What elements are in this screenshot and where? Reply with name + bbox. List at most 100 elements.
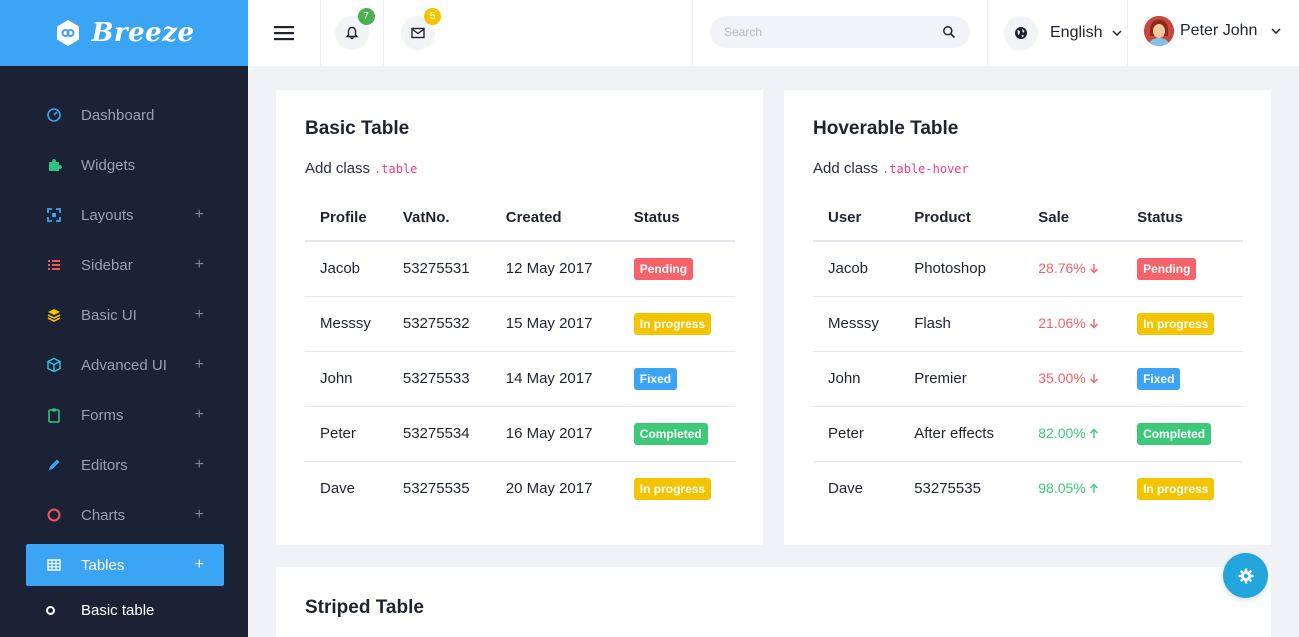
arrow-down-icon	[1089, 319, 1098, 329]
column-header: Created	[490, 195, 619, 242]
expand-icon	[46, 207, 62, 223]
sale-value: 82.00%	[1038, 425, 1086, 441]
sidebar-item-sidebar[interactable]: Sidebar +	[0, 240, 248, 290]
sidebar-item-widgets[interactable]: Widgets	[0, 140, 248, 190]
table-row: John 53275533 14 May 2017 Fixed	[305, 351, 735, 407]
pencil-icon	[46, 457, 62, 473]
hoverable-table-card: Hoverable Table Add class .table-hover Us…	[784, 90, 1271, 545]
user-menu[interactable]: Peter John	[1144, 16, 1281, 46]
brand-name: Breeze	[91, 18, 195, 48]
expand-plus-icon[interactable]: +	[195, 406, 204, 424]
messages-count-badge: 5	[424, 8, 441, 25]
menu-toggle-button[interactable]	[248, 0, 320, 66]
status-cell: Completed	[618, 406, 735, 462]
globe-icon	[1015, 27, 1027, 39]
product-cell: 53275535	[914, 480, 981, 498]
layers-icon	[46, 307, 62, 323]
chevron-down-icon	[1271, 28, 1281, 34]
sidebar-item-tables[interactable]: Tables +	[26, 544, 224, 586]
status-badge: In progress	[1137, 477, 1215, 500]
sidebar-item-advanced-ui[interactable]: Advanced UI +	[0, 340, 248, 390]
table-row[interactable]: Jacob Photoshop 28.76% Pending	[813, 241, 1243, 297]
vat-cell: 53275531	[387, 241, 491, 297]
submenu-item-basic-table[interactable]: Basic table	[0, 590, 248, 630]
sidebar: Breeze Dashboard Widgets Layouts + Sidebar + B…	[0, 0, 248, 637]
status-badge: In progress	[633, 312, 712, 335]
user-cell: John	[813, 351, 900, 407]
sidebar-menu: Dashboard Widgets Layouts + Sidebar + Basic UI…	[0, 66, 248, 630]
table-row: Messsy 53275532 15 May 2017 In progress	[305, 296, 735, 352]
sidebar-item-layouts[interactable]: Layouts +	[0, 190, 248, 240]
clipboard-icon	[46, 407, 62, 423]
expand-plus-icon[interactable]: +	[195, 556, 204, 574]
card-title: Striped Table	[305, 597, 424, 618]
bullet-circle-icon	[46, 605, 55, 615]
status-cell: Fixed	[1122, 351, 1243, 407]
sidebar-item-dashboard[interactable]: Dashboard	[0, 90, 248, 140]
table-row[interactable]: Peter After effects 82.00% Completed	[813, 406, 1243, 462]
sale-value: 21.06%	[1038, 315, 1086, 331]
search-input[interactable]	[724, 25, 942, 39]
table-row: Dave 53275535 20 May 2017 In progress	[305, 461, 735, 516]
basic-table-card: Basic Table Add class .table Profile VatNo…	[276, 90, 763, 545]
expand-plus-icon[interactable]: +	[195, 506, 204, 524]
user-cell: Peter	[813, 406, 900, 462]
profile-cell: Jacob	[305, 241, 388, 297]
sidebar-item-label: Dashboard	[81, 106, 155, 124]
column-header: VatNo.	[387, 195, 491, 242]
created-cell: 16 May 2017	[490, 406, 619, 462]
settings-button[interactable]	[1223, 553, 1268, 598]
brand-header[interactable]: Breeze	[0, 0, 248, 66]
avatar	[1144, 16, 1174, 46]
hamburger-icon	[274, 26, 294, 41]
created-cell: 14 May 2017	[490, 351, 619, 407]
sidebar-item-forms[interactable]: Forms +	[0, 390, 248, 440]
status-cell: Pending	[618, 241, 735, 297]
created-cell: 12 May 2017	[490, 241, 619, 297]
card-subtitle: Add class .table-hover	[813, 160, 969, 177]
status-badge: Pending	[1137, 257, 1197, 280]
sidebar-item-editors[interactable]: Editors +	[0, 440, 248, 490]
status-badge: Pending	[633, 257, 694, 280]
vat-cell: 53275534	[387, 406, 491, 462]
profile-cell: Peter	[305, 406, 388, 462]
brand-logo-icon	[53, 18, 83, 48]
expand-plus-icon[interactable]: +	[195, 306, 204, 324]
table-row[interactable]: Messsy Flash 21.06% In progress	[813, 296, 1243, 352]
table-row[interactable]: John Premier 35.00% Fixed	[813, 351, 1243, 407]
notifications-button[interactable]: 7	[320, 0, 383, 66]
circle-icon	[46, 507, 62, 523]
messages-button[interactable]: 5	[383, 0, 453, 66]
puzzle-icon	[46, 157, 62, 173]
status-cell: Completed	[1122, 406, 1243, 462]
status-cell: In progress	[1122, 461, 1243, 516]
profile-cell: John	[305, 351, 388, 407]
arrow-up-icon	[1089, 483, 1098, 494]
hoverable-table: User Product Sale Status Jacob Photoshop 28.7…	[813, 195, 1243, 516]
subtitle-text: Add class	[813, 160, 879, 177]
status-cell: In progress	[1122, 296, 1243, 352]
sidebar-item-label: Basic UI	[81, 306, 137, 324]
expand-plus-icon[interactable]: +	[195, 256, 204, 274]
user-cell: Jacob	[813, 241, 900, 297]
sidebar-item-basic-ui[interactable]: Basic UI +	[0, 290, 248, 340]
column-header: Status	[618, 195, 735, 242]
product-cell: Flash	[899, 296, 1024, 352]
sale-cell: 82.00%	[1023, 406, 1123, 462]
striped-table-card: Striped Table	[276, 567, 1271, 637]
notifications-count-badge: 7	[357, 8, 375, 25]
card-title: Basic Table	[305, 118, 410, 139]
table-row[interactable]: Dave 53275535 98.05% In progress	[813, 461, 1243, 516]
sidebar-item-label: Forms	[81, 406, 124, 424]
expand-plus-icon[interactable]: +	[195, 456, 204, 474]
language-selector[interactable]: English	[1004, 16, 1123, 50]
product-cell: After effects	[899, 406, 1024, 462]
sale-value: 35.00%	[1038, 370, 1086, 386]
expand-plus-icon[interactable]: +	[195, 206, 204, 224]
search-icon[interactable]	[942, 25, 956, 39]
sidebar-item-charts[interactable]: Charts +	[0, 490, 248, 540]
expand-plus-icon[interactable]: +	[195, 356, 204, 374]
subtitle-text: Add class	[305, 160, 371, 177]
topbar: 7 5 English	[248, 0, 1299, 66]
status-cell: Fixed	[618, 351, 735, 407]
